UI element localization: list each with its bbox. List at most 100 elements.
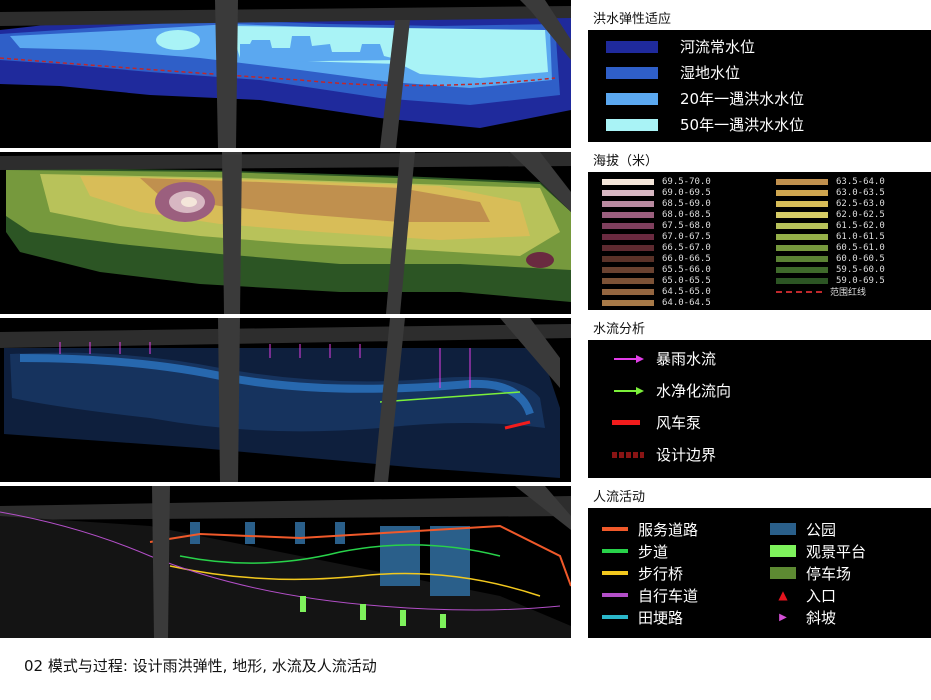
people-legend: 服务道路步道步行桥自行车道田埂路 公园观景平台停车场 ▲ 入口 ▶ 斜坡 <box>588 508 931 638</box>
legend-item-label: 田埂路 <box>638 608 684 627</box>
legend-item: 观景平台 <box>770 540 866 562</box>
legend-item: 59.5-60.0 <box>776 264 885 275</box>
flood-legend: 河流常水位 湿地水位 20年一遇洪水水位 50年一遇洪水水位 <box>588 30 931 142</box>
legend-item-label: 20年一遇洪水水位 <box>680 90 805 108</box>
legend-item-label: 62.0-62.5 <box>836 209 885 220</box>
legend-item: 69.5-70.0 <box>602 176 711 187</box>
legend-item-label: 河流常水位 <box>680 38 756 56</box>
legend-item-label: 68.0-68.5 <box>662 209 711 220</box>
legend-swatch <box>602 255 654 262</box>
elevation-legend: 69.5-70.0 69.0-69.5 68.5-69.0 68.0-68.5 67.5… <box>588 172 931 310</box>
legend-item: 服务道路 <box>602 518 698 540</box>
people-flow-map <box>0 486 571 638</box>
legend-item: 停车场 <box>770 562 866 584</box>
legend-item: 河流常水位 <box>606 36 755 57</box>
legend-item: 20年一遇洪水水位 <box>606 88 804 109</box>
dashed-line-icon <box>776 290 822 293</box>
legend-item: 设计边界 <box>610 444 716 465</box>
line-swatch <box>602 593 628 597</box>
legend-item-label: 67.5-68.0 <box>662 220 711 231</box>
arrow-icon <box>614 354 644 363</box>
arrow-icon <box>614 386 644 395</box>
legend-swatch <box>776 211 828 218</box>
legend-item: 68.0-68.5 <box>602 209 711 220</box>
legend-swatch <box>602 244 654 251</box>
legend-item: 61.5-62.0 <box>776 220 885 231</box>
legend-item-label: 风车泵 <box>656 414 702 432</box>
legend-item-label: 62.5-63.0 <box>836 198 885 209</box>
legend-item-label: 63.0-63.5 <box>836 187 885 198</box>
legend-item: 水净化流向 <box>612 380 731 401</box>
legend-item: 湿地水位 <box>606 62 740 83</box>
legend-item: 50年一遇洪水水位 <box>606 114 804 135</box>
legend-item-label: 65.0-65.5 <box>662 275 711 286</box>
legend-item: 66.0-66.5 <box>602 253 711 264</box>
waterflow-legend-title: 水流分析 <box>593 322 646 337</box>
legend-item-label: 公园 <box>806 520 837 539</box>
legend-item: 公园 <box>770 518 866 540</box>
legend-item-label: 67.0-67.5 <box>662 231 711 242</box>
legend-item: 范围红线 <box>776 286 885 298</box>
legend-item-label: 自行车道 <box>638 586 699 605</box>
legend-item-label: 步行桥 <box>638 564 684 583</box>
legend-item-label: 斜坡 <box>806 608 837 627</box>
legend-swatch <box>602 233 654 240</box>
legend-item: 64.0-64.5 <box>602 297 711 308</box>
legend-item: 步行桥 <box>602 562 698 584</box>
legend-item-label: 65.5-66.0 <box>662 264 711 275</box>
legend-swatch <box>602 200 654 207</box>
legend-item: ▶ 斜坡 <box>770 606 866 628</box>
legend-item: 60.5-61.0 <box>776 242 885 253</box>
legend-swatch <box>770 545 796 557</box>
legend-swatch <box>602 189 654 196</box>
legend-item-label: 范围红线 <box>830 288 867 298</box>
legend-item: 69.0-69.5 <box>602 187 711 198</box>
legend-item-label: 61.0-61.5 <box>836 231 885 242</box>
legend-item: 60.0-60.5 <box>776 253 885 264</box>
legend-swatch <box>776 200 828 207</box>
water-flow-map <box>0 318 571 482</box>
legend-item-label: 61.5-62.0 <box>836 220 885 231</box>
legend-swatch <box>770 523 796 535</box>
legend-item-label: 69.5-70.0 <box>662 176 711 187</box>
legend-item: 65.5-66.0 <box>602 264 711 275</box>
legend-item-label: 59.0-69.5 <box>836 275 885 286</box>
legend-item-label: 69.0-69.5 <box>662 187 711 198</box>
legend-item-label: 停车场 <box>806 564 852 583</box>
legend-item: 田埂路 <box>602 606 698 628</box>
line-swatch <box>602 549 628 553</box>
legend-item: 62.5-63.0 <box>776 198 885 209</box>
legend-swatch <box>602 266 654 273</box>
legend-item-label: 60.0-60.5 <box>836 253 885 264</box>
legend-item-label: 观景平台 <box>806 542 867 561</box>
legend-item: 暴雨水流 <box>612 348 716 369</box>
line-swatch <box>602 615 628 619</box>
legend-swatch <box>776 255 828 262</box>
legend-item: 67.0-67.5 <box>602 231 711 242</box>
legend-swatch <box>602 277 654 284</box>
legend-swatch <box>776 233 828 240</box>
elevation-legend-title: 海拔（米） <box>593 154 659 169</box>
legend-swatch <box>770 567 796 579</box>
legend-item: 64.5-65.0 <box>602 286 711 297</box>
legend-item-label: 66.0-66.5 <box>662 253 711 264</box>
legend-item-label: 68.5-69.0 <box>662 198 711 209</box>
legend-item-label: 步道 <box>638 542 669 561</box>
legend-item: 68.5-69.0 <box>602 198 711 209</box>
figure-caption: 02 模式与过程: 设计雨洪弹性, 地形, 水流及人流活动 <box>24 657 377 675</box>
ramp-icon: ▶ <box>779 611 787 623</box>
legend-item-label: 湿地水位 <box>680 64 741 82</box>
entrance-icon: ▲ <box>778 588 788 602</box>
legend-item-label: 水净化流向 <box>656 382 732 400</box>
legend-item: ▲ 入口 <box>770 584 866 606</box>
legend-item-label: 60.5-61.0 <box>836 242 885 253</box>
legend-swatch <box>602 222 654 229</box>
legend-swatch <box>602 178 654 185</box>
legend-item-label: 暴雨水流 <box>656 350 717 368</box>
legend-swatch <box>776 266 828 273</box>
legend-item: 63.5-64.0 <box>776 176 885 187</box>
legend-item: 自行车道 <box>602 584 698 606</box>
legend-item: 67.5-68.0 <box>602 220 711 231</box>
people-legend-title: 人流活动 <box>593 490 646 505</box>
legend-swatch <box>602 211 654 218</box>
